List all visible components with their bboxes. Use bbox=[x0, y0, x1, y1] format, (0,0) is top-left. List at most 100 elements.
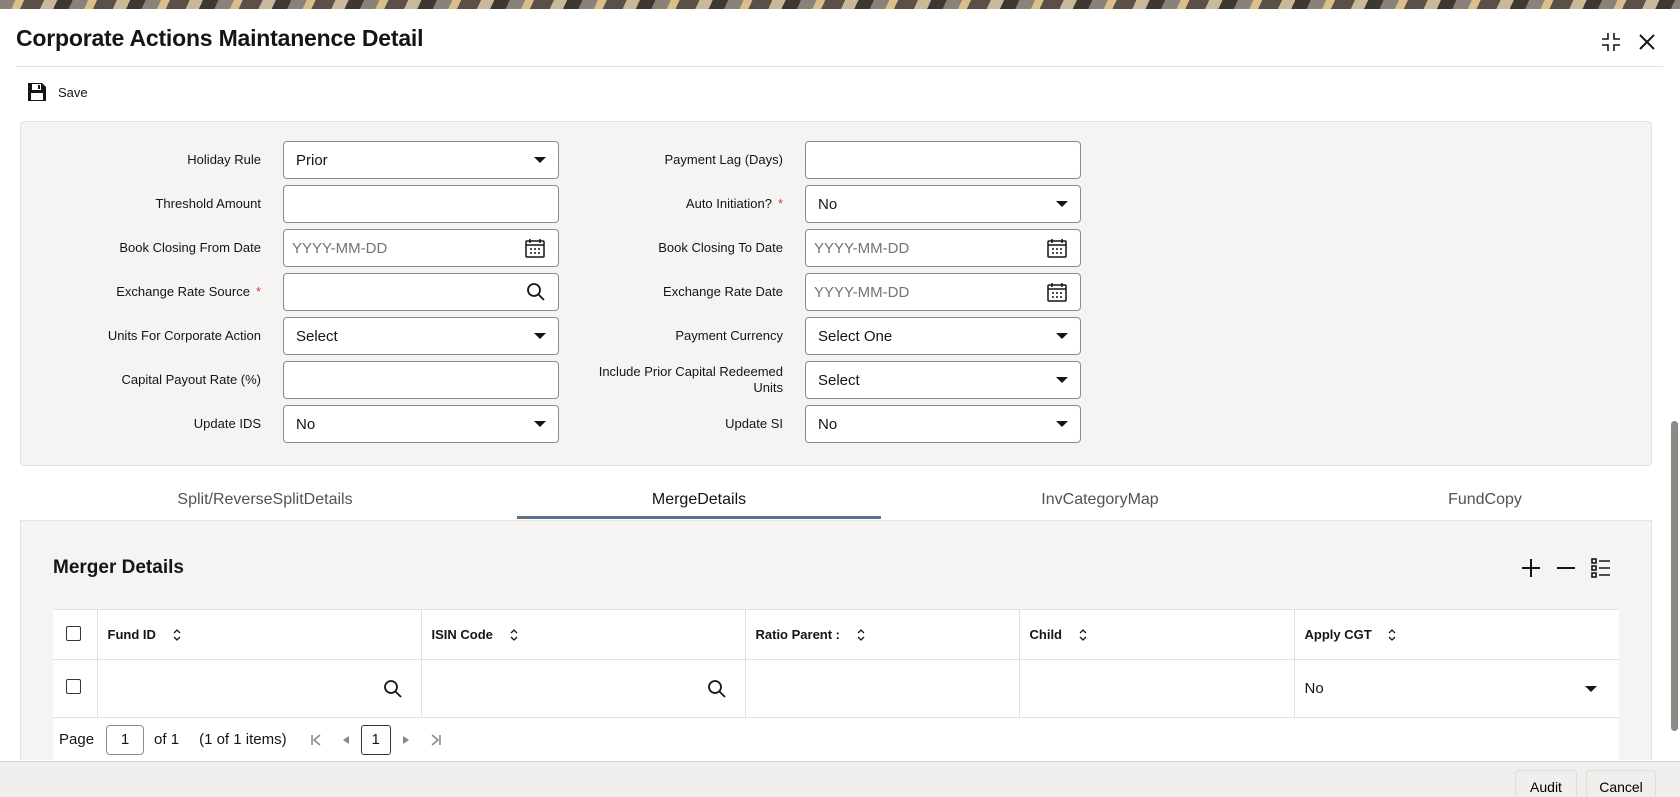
merger-details-panel: Merger Details Fund ID ISIN Code Ratio P… bbox=[20, 520, 1652, 761]
collapse-icon[interactable] bbox=[1598, 29, 1624, 55]
calendar-icon[interactable] bbox=[1046, 237, 1068, 259]
chevron-down-icon bbox=[1585, 685, 1597, 692]
book-closing-from-label: Book Closing From Date bbox=[119, 240, 261, 255]
exchange-rate-date-input[interactable]: YYYY-MM-DD bbox=[805, 273, 1081, 311]
vertical-scrollbar[interactable] bbox=[1668, 109, 1680, 731]
sort-icon[interactable] bbox=[856, 628, 866, 642]
update-si-select[interactable]: No bbox=[805, 405, 1081, 443]
update-si-label: Update SI bbox=[725, 416, 783, 431]
close-icon[interactable] bbox=[1634, 29, 1660, 55]
sort-icon[interactable] bbox=[1387, 628, 1397, 642]
page-label: Page bbox=[59, 731, 95, 748]
exchange-rate-source-input[interactable] bbox=[283, 273, 559, 311]
chevron-down-icon bbox=[534, 421, 546, 427]
threshold-amount-label: Threshold Amount bbox=[155, 196, 261, 211]
toolbar-divider bbox=[16, 66, 1663, 67]
remove-row-icon[interactable] bbox=[1553, 555, 1579, 581]
chevron-down-icon bbox=[1056, 377, 1068, 383]
calendar-icon[interactable] bbox=[524, 237, 546, 259]
payment-currency-label: Payment Currency bbox=[675, 328, 783, 343]
holiday-rule-value: Prior bbox=[296, 151, 328, 169]
previous-page-icon[interactable] bbox=[331, 725, 361, 755]
save-icon bbox=[28, 83, 46, 101]
child-cell[interactable] bbox=[1019, 659, 1295, 718]
audit-button[interactable]: Audit bbox=[1515, 770, 1577, 797]
holiday-rule-select[interactable]: Prior bbox=[283, 141, 559, 179]
list-view-icon[interactable] bbox=[1588, 555, 1614, 581]
capital-payout-rate-label: Capital Payout Rate (%) bbox=[121, 372, 261, 387]
units-corporate-action-select[interactable]: Select bbox=[283, 317, 559, 355]
tab-fund-copy[interactable]: FundCopy bbox=[1350, 483, 1620, 519]
search-icon[interactable] bbox=[707, 679, 727, 699]
table-header-row: Fund ID ISIN Code Ratio Parent : Child A… bbox=[53, 609, 1619, 660]
book-closing-to-input[interactable]: YYYY-MM-DD bbox=[805, 229, 1081, 267]
tab-inv-category-map[interactable]: InvCategoryMap bbox=[950, 483, 1250, 519]
chevron-down-icon bbox=[1056, 201, 1068, 207]
items-count-label: (1 of 1 items) bbox=[199, 731, 287, 748]
merger-details-table: Fund ID ISIN Code Ratio Parent : Child A… bbox=[53, 609, 1619, 718]
column-header-isin-code[interactable]: ISIN Code bbox=[421, 609, 746, 660]
last-page-icon[interactable] bbox=[421, 725, 451, 755]
required-marker: * bbox=[255, 284, 261, 299]
column-header-apply-cgt[interactable]: Apply CGT bbox=[1294, 609, 1619, 660]
book-closing-from-input[interactable]: YYYY-MM-DD bbox=[283, 229, 559, 267]
add-row-icon[interactable] bbox=[1518, 555, 1544, 581]
threshold-amount-input[interactable] bbox=[283, 185, 559, 223]
fund-id-cell[interactable] bbox=[97, 659, 422, 718]
isin-code-cell[interactable] bbox=[421, 659, 746, 718]
payment-lag-label: Payment Lag (Days) bbox=[664, 152, 784, 167]
save-button[interactable]: Save bbox=[26, 81, 88, 103]
search-icon[interactable] bbox=[383, 679, 403, 699]
update-ids-select[interactable]: No bbox=[283, 405, 559, 443]
sort-icon[interactable] bbox=[172, 628, 182, 642]
page-number-input[interactable]: 1 bbox=[106, 724, 145, 755]
table-pagination: Page 1 of 1 (1 of 1 items) 1 bbox=[53, 717, 1619, 761]
column-header-fund-id[interactable]: Fund ID bbox=[97, 609, 422, 660]
include-prior-capital-select[interactable]: Select bbox=[805, 361, 1081, 399]
chevron-down-icon bbox=[1056, 421, 1068, 427]
save-label: Save bbox=[58, 84, 88, 100]
tab-split-reverse-split[interactable]: Split/ReverseSplitDetails bbox=[120, 483, 410, 519]
select-all-checkbox[interactable] bbox=[66, 625, 81, 641]
payment-lag-input[interactable] bbox=[805, 141, 1081, 179]
current-page-button[interactable]: 1 bbox=[360, 724, 391, 755]
page-title: Corporate Actions Maintanence Detail bbox=[16, 25, 424, 51]
dialog-footer: Audit Cancel bbox=[0, 761, 1680, 797]
corporate-action-form: Holiday Rule Prior Payment Lag (Days) Th… bbox=[20, 121, 1652, 466]
chevron-down-icon bbox=[534, 333, 546, 339]
table-row[interactable]: No bbox=[53, 659, 1619, 718]
row-checkbox[interactable] bbox=[66, 679, 81, 694]
detail-tabs: Split/ReverseSplitDetails MergeDetails I… bbox=[20, 483, 1652, 519]
auto-initiation-select[interactable]: No bbox=[805, 185, 1081, 223]
scroll-thumb[interactable] bbox=[1671, 421, 1678, 731]
payment-currency-select[interactable]: Select One bbox=[805, 317, 1081, 355]
capital-payout-rate-input[interactable] bbox=[283, 361, 559, 399]
holiday-rule-label: Holiday Rule bbox=[187, 152, 261, 167]
page-total-label: of 1 bbox=[154, 731, 180, 748]
detail-dialog: Corporate Actions Maintanence Detail Sav… bbox=[0, 9, 1680, 797]
required-marker: * bbox=[777, 196, 783, 211]
chevron-down-icon bbox=[534, 157, 546, 163]
sort-icon[interactable] bbox=[1078, 628, 1088, 642]
column-header-ratio-parent[interactable]: Ratio Parent : bbox=[745, 609, 1020, 660]
calendar-icon[interactable] bbox=[1046, 281, 1068, 303]
column-header-child[interactable]: Child bbox=[1019, 609, 1295, 660]
sort-icon[interactable] bbox=[509, 628, 519, 642]
exchange-rate-source-label: Exchange Rate Source * bbox=[116, 284, 261, 299]
exchange-rate-date-label: Exchange Rate Date bbox=[663, 284, 783, 299]
select-all-cell bbox=[53, 609, 98, 660]
cancel-button[interactable]: Cancel bbox=[1586, 770, 1656, 797]
tab-merge-details[interactable]: MergeDetails bbox=[517, 483, 881, 519]
apply-cgt-select[interactable]: No bbox=[1294, 659, 1619, 718]
merger-details-title: Merger Details bbox=[53, 557, 184, 578]
active-tab-indicator bbox=[517, 516, 881, 519]
search-icon[interactable] bbox=[526, 282, 546, 302]
auto-initiation-label: Auto Initiation? * bbox=[685, 196, 783, 211]
first-page-icon[interactable] bbox=[301, 725, 331, 755]
next-page-icon[interactable] bbox=[391, 725, 421, 755]
ratio-parent-cell[interactable] bbox=[745, 659, 1020, 718]
units-corporate-action-label: Units For Corporate Action bbox=[107, 328, 261, 343]
include-prior-capital-label: Include Prior Capital Redeemed Units bbox=[598, 364, 783, 395]
row-select-cell bbox=[53, 659, 98, 718]
book-closing-to-label: Book Closing To Date bbox=[658, 240, 783, 255]
